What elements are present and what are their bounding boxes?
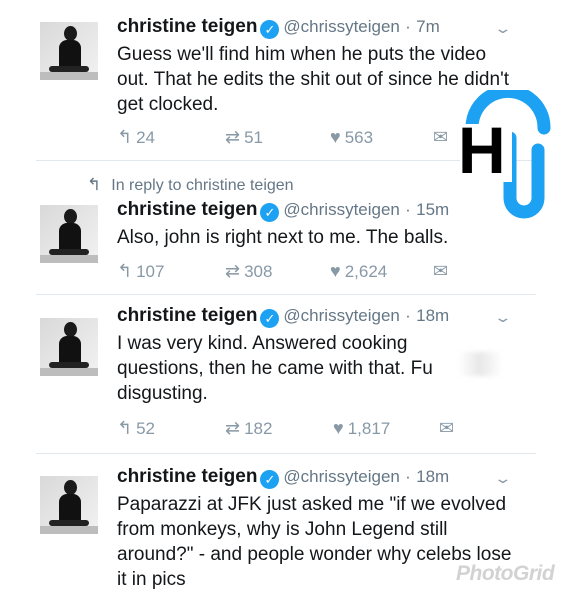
tweet-header: christine teigen ✓ @chrissyteigen · 18m xyxy=(117,305,449,328)
retweet-count: 51 xyxy=(244,128,264,147)
handle[interactable]: @chrissyteigen xyxy=(283,467,399,486)
handle[interactable]: @chrissyteigen xyxy=(283,200,399,219)
reply-button[interactable]: ↰ 52 xyxy=(117,418,155,439)
like-button[interactable]: ♥ 1,817 xyxy=(333,418,390,439)
handle[interactable]: @chrissyteigen xyxy=(283,17,399,36)
reply-count: 24 xyxy=(136,128,156,147)
tweet-header: christine teigen ✓ @chrissyteigen · 7m xyxy=(117,16,440,39)
envelope-icon: ✉ xyxy=(439,418,455,438)
timestamp[interactable]: 18m xyxy=(416,306,449,325)
retweet-count: 182 xyxy=(244,419,273,438)
avatar[interactable] xyxy=(40,318,98,376)
handle[interactable]: @chrissyteigen xyxy=(283,306,399,325)
avatar[interactable] xyxy=(40,205,98,263)
tweet-header: christine teigen ✓ @chrissyteigen · 18m xyxy=(117,466,449,489)
dm-button[interactable]: ✉ xyxy=(433,127,452,148)
reply-icon: ↰ xyxy=(117,418,133,438)
verified-badge-icon: ✓ xyxy=(260,203,280,222)
timestamp[interactable]: 7m xyxy=(416,17,440,36)
reply-context-text: In reply to christine teigen xyxy=(111,177,294,194)
reply-button[interactable]: ↰ 24 xyxy=(117,127,155,148)
chevron-down-icon[interactable]: ⌄ xyxy=(493,20,512,37)
like-button[interactable]: ♥ 2,624 xyxy=(330,261,387,282)
like-count: 1,817 xyxy=(347,419,391,438)
censor-blur xyxy=(458,352,502,376)
reply-icon: ↰ xyxy=(117,261,133,281)
display-name[interactable]: christine teigen xyxy=(117,199,257,220)
separator-dot: · xyxy=(405,200,411,219)
heart-icon: ♥ xyxy=(330,127,341,147)
chevron-down-icon[interactable]: ⌄ xyxy=(493,309,512,326)
like-count: 2,624 xyxy=(344,262,388,281)
chevron-down-icon[interactable]: ⌄ xyxy=(493,470,512,487)
retweet-button[interactable]: ⇄ 182 xyxy=(225,418,272,439)
hu-logo: H xyxy=(452,84,556,226)
separator-dot: · xyxy=(405,467,411,486)
dm-button[interactable]: ✉ xyxy=(433,261,452,282)
reply-count: 52 xyxy=(136,419,156,438)
tweet-header: christine teigen ✓ @chrissyteigen · 15m xyxy=(117,199,449,222)
heart-icon: ♥ xyxy=(330,261,341,281)
separator-dot: · xyxy=(405,17,411,36)
divider xyxy=(36,453,536,454)
verified-badge-icon: ✓ xyxy=(260,309,280,328)
dm-button[interactable]: ✉ xyxy=(439,418,458,439)
tweet-text: Also, john is right next to me. The ball… xyxy=(117,227,449,248)
reply-icon: ↰ xyxy=(87,175,102,194)
avatar[interactable] xyxy=(40,22,98,80)
divider xyxy=(36,294,536,295)
like-count: 563 xyxy=(344,128,374,147)
retweet-button[interactable]: ⇄ 308 xyxy=(225,261,272,282)
heart-icon: ♥ xyxy=(333,418,344,438)
reply-icon: ↰ xyxy=(117,127,133,147)
reply-button[interactable]: ↰ 107 xyxy=(117,261,164,282)
like-button[interactable]: ♥ 563 xyxy=(330,127,373,148)
retweet-icon: ⇄ xyxy=(225,418,241,438)
reply-context[interactable]: ↰ In reply to christine teigen xyxy=(87,175,294,195)
envelope-icon: ✉ xyxy=(433,261,449,281)
retweet-icon: ⇄ xyxy=(225,261,241,281)
retweet-icon: ⇄ xyxy=(225,127,241,147)
retweet-button[interactable]: ⇄ 51 xyxy=(225,127,263,148)
display-name[interactable]: christine teigen xyxy=(117,466,257,487)
timestamp[interactable]: 15m xyxy=(416,200,449,219)
verified-badge-icon: ✓ xyxy=(260,470,280,489)
display-name[interactable]: christine teigen xyxy=(117,305,257,326)
photogrid-watermark: PhotoGrid xyxy=(456,562,555,585)
retweet-count: 308 xyxy=(244,262,273,281)
avatar[interactable] xyxy=(40,476,98,534)
reply-count: 107 xyxy=(136,262,165,281)
tweet-text-line: disgusting. xyxy=(117,383,208,404)
envelope-icon: ✉ xyxy=(433,127,449,147)
display-name[interactable]: christine teigen xyxy=(117,16,257,37)
logo-letter: H xyxy=(458,113,506,187)
separator-dot: · xyxy=(405,306,411,325)
timestamp[interactable]: 18m xyxy=(416,467,449,486)
verified-badge-icon: ✓ xyxy=(260,20,280,39)
